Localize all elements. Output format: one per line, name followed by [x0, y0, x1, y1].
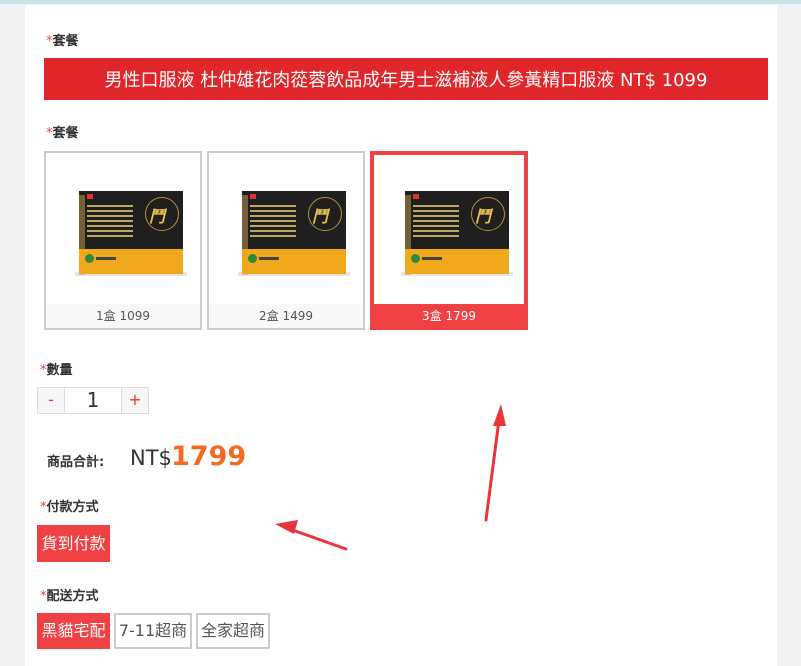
brand-logo-icon	[87, 194, 93, 199]
brand-logo-icon	[413, 194, 419, 199]
option-caption: 3盒 1799	[372, 304, 526, 328]
option-label: *套餐	[46, 126, 79, 141]
shipping-option-familymart[interactable]: 全家超商	[196, 613, 270, 649]
option-card-2box[interactable]: 鬥 2盒 1499	[207, 151, 365, 330]
package-title: 男性口服液 杜仲雄花肉蓯蓉飲品成年男士滋補液人參黃精口服液 NT$ 1099	[104, 70, 708, 91]
option-card-3box[interactable]: 鬥 3盒 1799	[370, 151, 528, 330]
payment-option-cod[interactable]: 貨到付款	[37, 525, 110, 562]
quantity-label: *數量	[40, 363, 73, 378]
quantity-stepper: - 1 +	[37, 387, 149, 414]
subtotal-currency: NT$	[130, 446, 172, 470]
product-image: 鬥	[374, 155, 524, 305]
increase-button[interactable]: +	[121, 387, 149, 414]
leaf-icon	[248, 254, 257, 263]
option-caption: 2盒 1499	[209, 304, 363, 328]
shipping-label: *配送方式	[40, 589, 99, 604]
leaf-icon	[85, 254, 94, 263]
shipping-option-711[interactable]: 7-11超商	[114, 613, 192, 649]
subtotal-label: 商品合計:	[47, 455, 105, 470]
option-caption: 1盒 1099	[46, 304, 200, 328]
subtotal-amount: 1799	[171, 441, 247, 472]
shipping-option-home-delivery[interactable]: 黑貓宅配	[37, 613, 110, 649]
decrease-button[interactable]: -	[37, 387, 65, 414]
leaf-icon	[411, 254, 420, 263]
package-label: *套餐	[46, 34, 79, 49]
option-card-1box[interactable]: 鬥 1盒 1099	[44, 151, 202, 330]
product-image: 鬥	[48, 155, 198, 305]
product-options-panel	[25, 5, 777, 666]
top-border	[0, 0, 801, 4]
package-option-banner[interactable]: 男性口服液 杜仲雄花肉蓯蓉飲品成年男士滋補液人參黃精口服液 NT$ 1099	[44, 58, 768, 100]
payment-label: *付款方式	[40, 500, 99, 515]
brand-logo-icon	[250, 194, 256, 199]
product-image: 鬥	[211, 155, 361, 305]
quantity-input[interactable]: 1	[65, 387, 121, 414]
